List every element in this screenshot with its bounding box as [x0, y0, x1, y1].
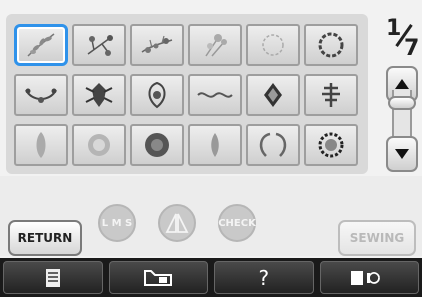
pattern-tile-9[interactable] [130, 74, 184, 116]
ornament-medallion-icon [148, 81, 166, 109]
floral-wreath-icon [318, 32, 344, 58]
ornament-crest-icon [85, 83, 113, 107]
pattern-tile-8[interactable] [72, 74, 126, 116]
scroll-thumb[interactable] [388, 96, 416, 110]
page-icon [45, 268, 60, 287]
machine-settings-button[interactable] [108, 261, 208, 294]
floral-bouquet-icon [205, 34, 227, 57]
triangle-down-icon [395, 149, 409, 159]
sewing-button[interactable]: SEWING [338, 220, 416, 256]
lms-button[interactable]: L M S [98, 204, 136, 242]
scroll-down-button[interactable] [386, 136, 418, 172]
page-indicator: 1 7 [382, 14, 420, 61]
pattern-tile-13[interactable] [14, 124, 68, 166]
pattern-tile-3[interactable] [130, 24, 184, 66]
floral-branch-icon [141, 35, 173, 53]
ornament-frame-icon [318, 132, 344, 158]
ornament-vase-icon [36, 132, 46, 158]
bottom-toolbar: ? [0, 258, 422, 297]
pattern-tile-4[interactable] [188, 24, 242, 66]
pattern-tile-18[interactable] [304, 124, 358, 166]
pattern-grid [6, 14, 368, 174]
pattern-tile-11[interactable] [246, 74, 300, 116]
floral-swag-icon [25, 88, 57, 103]
embroidery-selection-screen: 1 7 RETURN L M S CHECK SEWING ? [0, 0, 422, 297]
pattern-tile-7[interactable] [14, 74, 68, 116]
total-pages: 7 [404, 36, 420, 61]
floral-spray-icon [87, 35, 113, 56]
current-page: 1 [386, 16, 402, 41]
bobbin-icon [351, 270, 381, 285]
bobbin-winding-button[interactable] [319, 261, 419, 294]
floral-sprig-icon [27, 33, 55, 57]
page-display-button[interactable] [3, 261, 103, 294]
pattern-tile-17[interactable] [246, 124, 300, 166]
ornament-lace-icon [88, 134, 110, 156]
pattern-tile-15[interactable] [130, 124, 184, 166]
check-button[interactable]: CHECK [218, 204, 256, 242]
floral-ring-icon [262, 34, 284, 56]
ornament-diamond-icon [264, 83, 282, 107]
triangle-up-icon [395, 79, 409, 89]
pattern-tile-5[interactable] [246, 24, 300, 66]
help-button[interactable]: ? [214, 261, 314, 294]
pattern-tile-16[interactable] [188, 124, 242, 166]
mirror-button[interactable] [158, 204, 196, 242]
return-button[interactable]: RETURN [8, 220, 82, 256]
floral-laurel-icon [259, 132, 287, 157]
pattern-tile-12[interactable] [304, 74, 358, 116]
mirror-image-icon [165, 213, 189, 233]
ornament-rosette-icon [145, 133, 169, 157]
ornament-border-icon [197, 92, 233, 98]
sewing-machine-icon [144, 269, 173, 286]
help-label: ? [258, 265, 270, 290]
pattern-tile-2[interactable] [72, 24, 126, 66]
pattern-tile-14[interactable] [72, 124, 126, 166]
pattern-tile-6[interactable] [304, 24, 358, 66]
ornament-drop-icon [211, 133, 219, 157]
pattern-tile-10[interactable] [188, 74, 242, 116]
ornament-tree-icon [322, 83, 340, 107]
pattern-tile-1[interactable] [14, 24, 68, 66]
